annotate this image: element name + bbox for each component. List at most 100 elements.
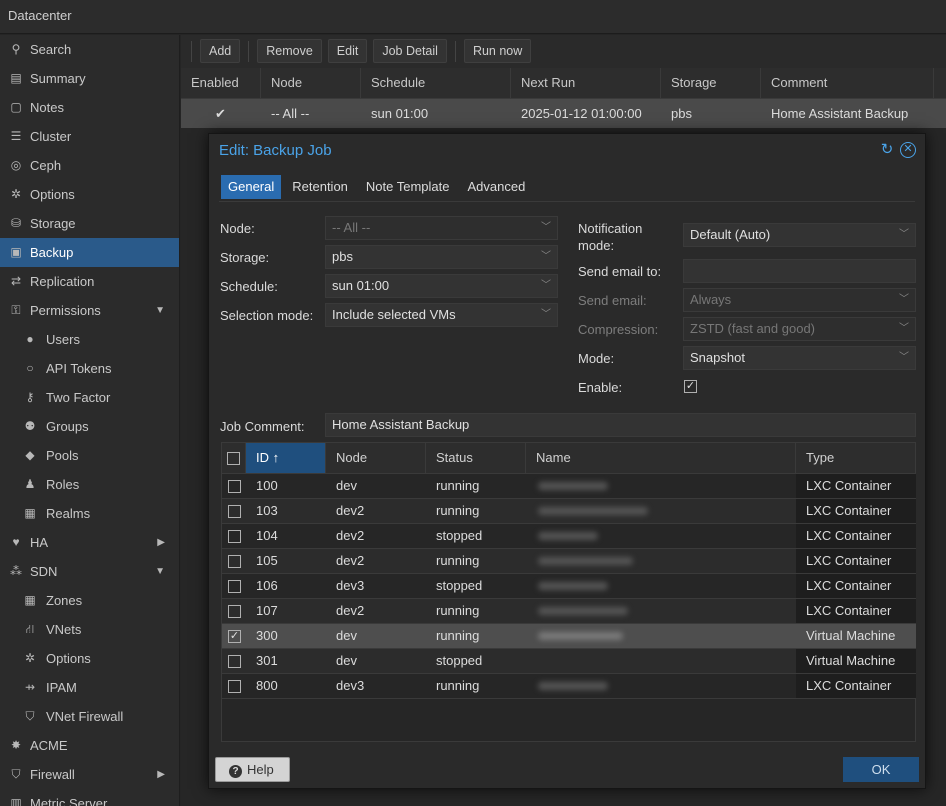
col-type[interactable]: Type <box>796 443 916 473</box>
sidebar-item-ipam[interactable]: ⇸ IPAM <box>0 673 179 702</box>
row-status: stopped <box>436 653 483 668</box>
sidebar-item-metric-server[interactable]: ▥ Metric Server <box>0 789 179 806</box>
sidebar-item-storage[interactable]: ⛁ Storage <box>0 209 179 238</box>
table-row[interactable]: 100 dev running LXC Container <box>222 474 916 499</box>
tab-general[interactable]: General <box>221 175 282 199</box>
sidebar-item-firewall[interactable]: ⛉ Firewall ▶ <box>0 760 179 789</box>
gear-icon: ✲ <box>10 187 22 201</box>
sidebar-item-summary[interactable]: ▤ Summary <box>0 64 179 93</box>
row-checkbox[interactable] <box>228 655 241 668</box>
job-detail-button[interactable]: Job Detail <box>373 39 447 63</box>
select-all-checkbox[interactable] <box>227 452 240 465</box>
row-checkbox[interactable] <box>228 680 241 693</box>
enable-checkbox[interactable]: ✓ <box>684 380 697 393</box>
sidebar-item-acme[interactable]: ✸ ACME <box>0 731 179 760</box>
sidebar-item-vnets[interactable]: ⛙ VNets <box>0 615 179 644</box>
row-checkbox[interactable] <box>228 505 241 518</box>
sidebar-item-vnet-firewall[interactable]: ⛉ VNet Firewall <box>0 702 179 731</box>
row-checkbox[interactable] <box>228 480 241 493</box>
chevron-down-icon[interactable]: ﹀ <box>541 246 551 268</box>
sidebar-item-pools[interactable]: ◆ Pools <box>0 441 179 470</box>
table-row[interactable]: ✔ -- All -- sun 01:00 2025-01-12 01:00:0… <box>181 99 946 128</box>
row-checkbox[interactable] <box>228 580 241 593</box>
chevron-down-icon[interactable]: ﹀ <box>899 224 909 246</box>
sidebar-item-label: VNet Firewall <box>46 709 124 724</box>
send-email-to-field[interactable] <box>683 259 916 283</box>
sidebar-item-permissions[interactable]: ⚿ Permissions ▼ <box>0 296 179 325</box>
sidebar-item-ha[interactable]: ♥ HA ▶ <box>0 528 179 557</box>
col-node[interactable]: Node <box>326 443 426 473</box>
notification-mode-combo[interactable]: Default (Auto) ﹀ <box>683 223 916 247</box>
col-name[interactable]: Name <box>526 443 796 473</box>
sidebar-item-two-factor[interactable]: ⚷ Two Factor <box>0 383 179 412</box>
table-row[interactable]: 301 dev stopped Virtual Machine <box>222 649 916 674</box>
col-next-run[interactable]: Next Run <box>511 68 661 98</box>
edit-button[interactable]: Edit <box>327 39 368 63</box>
sidebar-item-api-tokens[interactable]: ○ API Tokens <box>0 354 179 383</box>
selection-mode-combo[interactable]: Include selected VMs ﹀ <box>325 303 558 327</box>
row-type: Virtual Machine <box>796 649 916 673</box>
table-row[interactable]: 103 dev2 running LXC Container <box>222 499 916 524</box>
sidebar-item-roles[interactable]: ♟ Roles <box>0 470 179 499</box>
col-storage[interactable]: Storage <box>661 68 761 98</box>
chevron-down-icon[interactable]: ﹀ <box>541 304 551 326</box>
table-row[interactable]: 800 dev3 running LXC Container <box>222 674 916 699</box>
sidebar-item-search[interactable]: ⚲ Search <box>0 35 179 64</box>
row-checkbox[interactable]: ✓ <box>228 630 241 643</box>
row-checkbox[interactable] <box>228 605 241 618</box>
tab-note-template[interactable]: Note Template <box>359 175 457 199</box>
chevron-down-icon[interactable]: ﹀ <box>899 347 909 369</box>
run-now-button[interactable]: Run now <box>463 39 532 63</box>
signs-icon: ⇸ <box>24 680 36 694</box>
sidebar-item-replication[interactable]: ⇄ Replication <box>0 267 179 296</box>
tab-retention[interactable]: Retention <box>285 175 355 199</box>
col-id[interactable]: ID ↑ <box>246 443 326 473</box>
sidebar-item-sdn[interactable]: ⁂ SDN ▼ <box>0 557 179 586</box>
sidebar-item-options[interactable]: ✲ Options <box>0 180 179 209</box>
chevron-down-icon: ﹀ <box>899 294 909 305</box>
table-row[interactable]: ✓ 300 dev running Virtual Machine <box>222 624 916 649</box>
sidebar-item-groups[interactable]: ⚉ Groups <box>0 412 179 441</box>
help-button[interactable]: ? Help <box>215 757 290 782</box>
row-checkbox[interactable] <box>228 530 241 543</box>
tab-advanced[interactable]: Advanced <box>461 175 533 199</box>
sidebar-item-options[interactable]: ✲ Options <box>0 644 179 673</box>
table-row[interactable]: 105 dev2 running LXC Container <box>222 549 916 574</box>
caret-down-icon[interactable]: ▼ <box>155 557 165 586</box>
storage-combo[interactable]: pbs ﹀ <box>325 245 558 269</box>
sidebar-item-users[interactable]: ● Users <box>0 325 179 354</box>
mode-combo[interactable]: Snapshot ﹀ <box>683 346 916 370</box>
table-row[interactable]: 106 dev3 stopped LXC Container <box>222 574 916 599</box>
table-row[interactable]: 107 dev2 running LXC Container <box>222 599 916 624</box>
add-button[interactable]: Add <box>200 39 241 63</box>
row-id: 103 <box>256 503 278 518</box>
close-icon[interactable]: ✕ <box>900 142 916 158</box>
reset-icon[interactable]: ↻ <box>879 142 895 158</box>
mode-label: Mode: <box>578 351 615 366</box>
ok-button[interactable]: OK <box>843 757 919 782</box>
sidebar-item-notes[interactable]: ▢ Notes <box>0 93 179 122</box>
job-comment-field[interactable]: Home Assistant Backup <box>325 413 916 437</box>
sidebar-item-ceph[interactable]: ◎ Ceph <box>0 151 179 180</box>
remove-button[interactable]: Remove <box>257 39 322 63</box>
sidebar-item-zones[interactable]: ▦ Zones <box>0 586 179 615</box>
breadcrumb-title: Datacenter <box>0 0 946 34</box>
row-checkbox[interactable] <box>228 555 241 568</box>
sidebar-item-cluster[interactable]: ☰ Cluster <box>0 122 179 151</box>
col-node[interactable]: Node <box>261 68 361 98</box>
sidebar-item-backup[interactable]: ▣ Backup <box>0 238 179 267</box>
sidebar-item-realms[interactable]: ▦ Realms <box>0 499 179 528</box>
table-row[interactable]: 104 dev2 stopped LXC Container <box>222 524 916 549</box>
dialog-footer: ? Help OK <box>209 752 925 788</box>
tags-icon: ◆ <box>25 448 35 462</box>
chevron-down-icon[interactable]: ﹀ <box>541 275 551 297</box>
col-status[interactable]: Status <box>426 443 526 473</box>
caret-right-icon[interactable]: ▶ <box>157 528 165 557</box>
col-schedule[interactable]: Schedule <box>361 68 511 98</box>
caret-right-icon[interactable]: ▶ <box>157 760 165 789</box>
row-type: LXC Container <box>796 499 916 523</box>
col-comment[interactable]: Comment <box>761 68 934 98</box>
col-enabled[interactable]: Enabled <box>181 68 261 98</box>
schedule-combo[interactable]: sun 01:00 ﹀ <box>325 274 558 298</box>
caret-down-icon[interactable]: ▼ <box>155 296 165 325</box>
